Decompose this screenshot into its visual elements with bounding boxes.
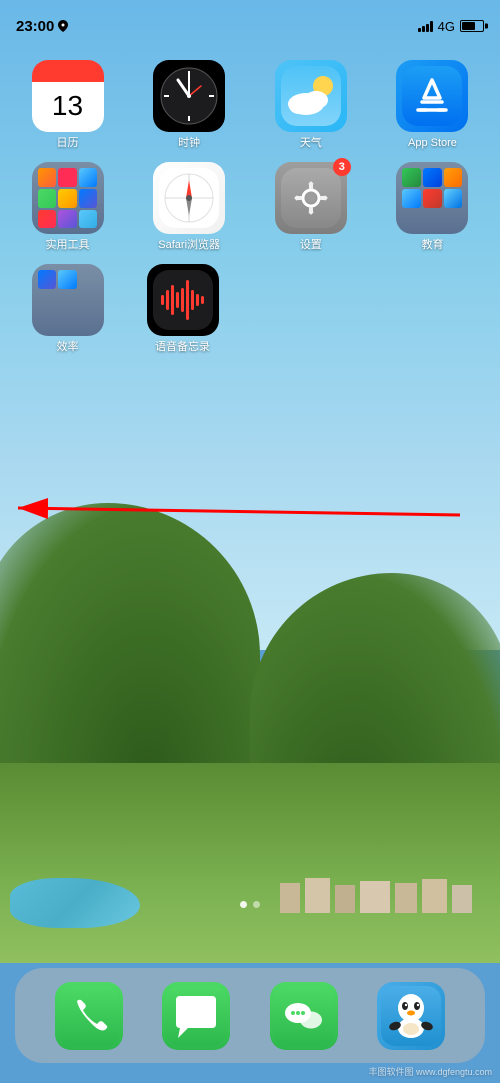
battery-indicator <box>460 20 484 32</box>
clock-label: 时钟 <box>178 137 200 150</box>
phone-icon <box>55 982 123 1050</box>
app-weather[interactable]: 天气 <box>263 60 358 150</box>
calendar-label: 日历 <box>57 137 79 150</box>
app-appstore[interactable]: App Store <box>385 60 480 150</box>
voicememo-icon <box>147 264 219 336</box>
utility-label: 实用工具 <box>46 239 90 252</box>
location-icon <box>58 20 68 32</box>
weather-icon <box>275 60 347 132</box>
settings-badge: 3 <box>333 158 351 176</box>
app-calendar[interactable]: 13 日历 <box>20 60 115 150</box>
page-dot-1 <box>240 901 247 908</box>
education-label: 教育 <box>421 239 443 252</box>
dock-messages[interactable] <box>162 982 230 1050</box>
dock-qq[interactable] <box>377 982 445 1050</box>
dock-wechat[interactable] <box>270 982 338 1050</box>
efficiency-icon <box>32 264 104 336</box>
page-indicator <box>240 901 260 908</box>
app-education[interactable]: 教育 <box>385 162 480 252</box>
app-voicememo[interactable]: 语音备忘录 <box>135 264 230 354</box>
wechat-icon <box>270 982 338 1050</box>
qq-icon <box>377 982 445 1050</box>
app-grid: 13 日历 <box>0 50 500 377</box>
app-efficiency[interactable]: 效率 <box>20 264 115 354</box>
utility-icon <box>32 162 104 234</box>
voicememo-label: 语音备忘录 <box>155 341 210 354</box>
app-settings[interactable]: 3 设置 <box>263 162 358 252</box>
appstore-icon <box>396 60 468 132</box>
page-dot-2 <box>253 901 260 908</box>
app-safari[interactable]: Safari浏览器 <box>142 162 237 252</box>
calendar-day: 13 <box>52 92 83 120</box>
time-display: 23:00 <box>16 18 54 35</box>
watermark: 丰图软件图 www.dgfengtu.com <box>368 1065 492 1078</box>
status-bar: 23:00 4G <box>0 0 500 44</box>
dock-phone[interactable] <box>55 982 123 1050</box>
app-row-1: 13 日历 <box>20 60 480 150</box>
weather-label: 天气 <box>300 137 322 150</box>
calendar-icon: 13 <box>32 60 104 132</box>
settings-label: 设置 <box>300 239 322 252</box>
safari-label: Safari浏览器 <box>158 239 220 252</box>
dock <box>15 968 485 1063</box>
efficiency-label: 效率 <box>57 341 79 354</box>
education-icon <box>396 162 468 234</box>
messages-icon <box>162 982 230 1050</box>
network-type: 4G <box>438 19 455 34</box>
appstore-label: App Store <box>408 137 457 150</box>
app-row-3: 效率 <box>20 264 480 354</box>
app-utility[interactable]: 实用工具 <box>20 162 115 252</box>
signal-strength <box>418 20 433 32</box>
safari-icon <box>153 162 225 234</box>
app-clock[interactable]: 时钟 <box>142 60 237 150</box>
clock-icon <box>153 60 225 132</box>
app-row-2: 实用工具 Safari浏览器 <box>20 162 480 252</box>
